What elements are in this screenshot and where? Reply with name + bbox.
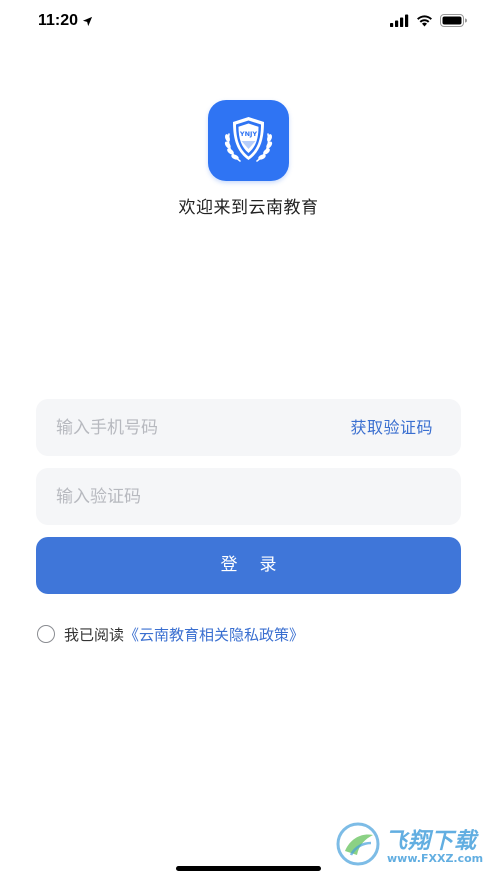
app-logo: YNJY	[208, 100, 289, 181]
shield-laurel-icon: YNJY	[224, 117, 273, 162]
welcome-title: 欢迎来到云南教育	[178, 198, 319, 218]
logo-text: YNJY	[239, 130, 258, 138]
agree-checkbox[interactable]	[37, 625, 55, 643]
watermark-logo-icon	[336, 822, 380, 866]
clock-text: 11:20	[38, 12, 79, 29]
signal-icon	[390, 14, 409, 27]
get-code-button[interactable]: 获取验证码	[350, 399, 433, 456]
agreement-row: 我已阅读 《云南教育相关隐私政策》	[37, 623, 304, 645]
status-icons	[390, 14, 467, 27]
battery-icon	[440, 14, 467, 27]
watermark: 飞翔下载 www.FXXZ.com	[335, 821, 485, 871]
login-button[interactable]: 登录	[36, 537, 461, 594]
status-bar: 11:20	[0, 0, 497, 44]
phone-field: 获取验证码	[36, 399, 461, 456]
home-indicator	[176, 866, 321, 871]
verification-code-input[interactable]	[56, 468, 436, 525]
status-time: 11:20	[38, 12, 93, 30]
location-arrow-icon	[82, 16, 93, 26]
code-field	[36, 468, 461, 525]
privacy-policy-link[interactable]: 《云南教育相关隐私政策》	[124, 624, 304, 645]
phone-input[interactable]	[56, 399, 326, 456]
wifi-icon	[417, 15, 432, 27]
watermark-title: 飞翔下载	[385, 829, 478, 854]
watermark-url: www.FXXZ.com	[387, 852, 484, 865]
agreement-prefix: 我已阅读	[64, 625, 125, 644]
